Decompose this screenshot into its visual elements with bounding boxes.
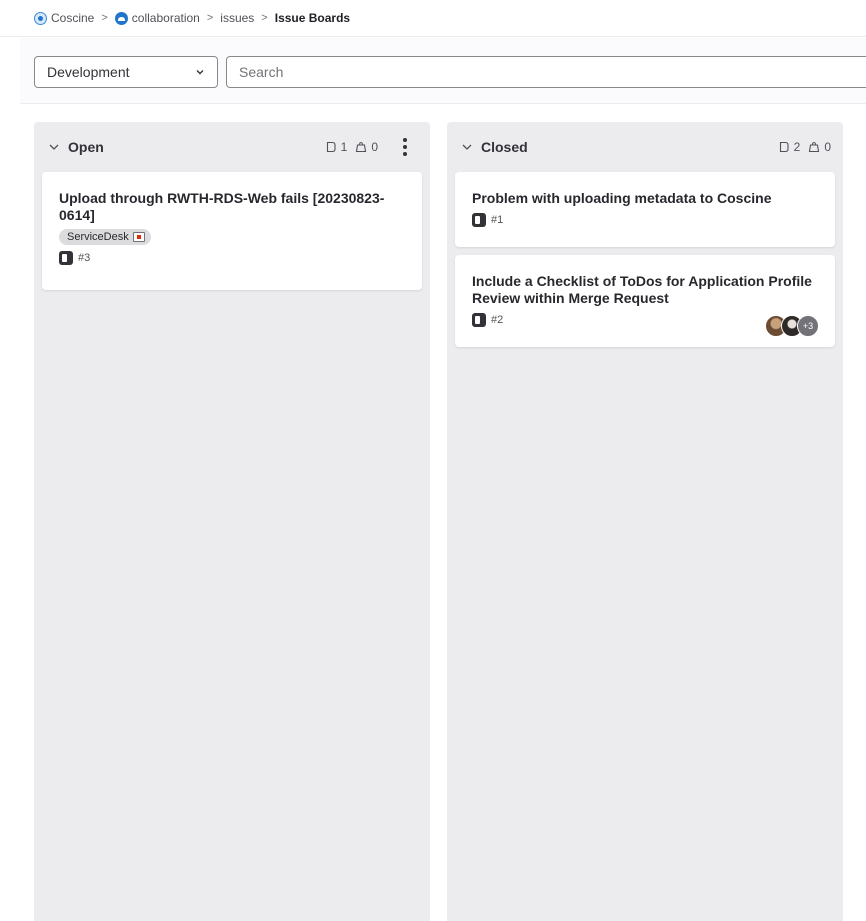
- issue-card-title[interactable]: Include a Checklist of ToDos for Applica…: [472, 273, 819, 307]
- issue-type-icon: [59, 251, 73, 265]
- issue-count: 1: [325, 140, 348, 154]
- chevron-down-icon: [462, 144, 472, 150]
- weight-icon: [809, 141, 820, 153]
- issues-icon: [326, 141, 336, 153]
- breadcrumb-label: issues: [220, 11, 255, 25]
- list-counts: 2 0: [774, 122, 831, 172]
- breadcrumb-label: Coscine: [51, 11, 95, 25]
- breadcrumb-separator: >: [206, 12, 214, 24]
- issue-count-value: 1: [340, 140, 348, 154]
- issue-card-title[interactable]: Problem with uploading metadata to Cosci…: [472, 190, 819, 207]
- search-box[interactable]: [226, 56, 866, 88]
- flag-icon: [132, 232, 145, 242]
- issue-count-value: 2: [793, 140, 801, 154]
- issue-card[interactable]: Include a Checklist of ToDos for Applica…: [455, 255, 835, 347]
- breadcrumb-item-collaboration[interactable]: collaboration: [114, 11, 200, 25]
- breadcrumb-item-issue-boards[interactable]: Issue Boards: [275, 11, 350, 25]
- board-list-closed: Closed 2 0 Problem with uploading metada…: [447, 122, 843, 921]
- issue-type-icon: [472, 313, 486, 327]
- list-collapse-toggle[interactable]: Closed: [461, 139, 528, 155]
- list-collapse-toggle[interactable]: Open: [48, 139, 104, 155]
- label-text: ServiceDesk: [67, 231, 129, 243]
- weight-count: 0: [355, 140, 378, 154]
- issue-type-icon: [472, 213, 486, 227]
- breadcrumb-label: Issue Boards: [274, 11, 351, 25]
- weight-count-value: 0: [824, 140, 831, 154]
- weight-count-value: 0: [371, 140, 378, 154]
- filter-bar: Development: [20, 38, 866, 104]
- issue-number: #3: [78, 252, 91, 264]
- issues-icon: [779, 141, 789, 153]
- issue-card-meta: #3: [59, 251, 406, 265]
- more-assignees-badge[interactable]: +3: [797, 315, 819, 337]
- list-title: Open: [68, 139, 104, 155]
- breadcrumb-separator: >: [101, 12, 108, 24]
- issue-count: 2: [778, 140, 801, 154]
- collaboration-project-icon: [114, 11, 128, 25]
- issue-card[interactable]: Upload through RWTH-RDS-Web fails [20230…: [42, 172, 422, 290]
- issue-number: #2: [491, 314, 504, 326]
- breadcrumb-separator: >: [261, 12, 268, 24]
- breadcrumb-item-coscine[interactable]: Coscine: [34, 11, 94, 25]
- list-header: Open 1 0: [34, 122, 430, 172]
- board-switcher-dropdown[interactable]: Development: [34, 56, 218, 88]
- list-title: Closed: [481, 139, 528, 155]
- issue-number: #1: [491, 214, 504, 226]
- chevron-down-icon: [49, 144, 59, 150]
- list-actions-kebab-icon[interactable]: [400, 136, 410, 158]
- issue-card-title[interactable]: Upload through RWTH-RDS-Web fails [20230…: [59, 190, 406, 224]
- breadcrumb: Coscine > collaboration > issues > Issue…: [0, 0, 866, 37]
- issue-card[interactable]: Problem with uploading metadata to Cosci…: [455, 172, 835, 247]
- assignee-avatars: +3: [765, 315, 819, 337]
- breadcrumb-item-issues[interactable]: issues: [220, 11, 254, 25]
- issue-card-meta: #1: [472, 213, 819, 227]
- board-switcher-value: Development: [47, 64, 130, 80]
- label-badge[interactable]: ServiceDesk: [59, 229, 151, 245]
- weight-icon: [356, 141, 367, 153]
- board-list-open: Open 1 0 Upload through RWTH-RDS-Web fai…: [34, 122, 430, 921]
- list-header: Closed 2 0: [447, 122, 843, 172]
- search-input[interactable]: [239, 64, 866, 80]
- list-counts: 1 0: [321, 122, 378, 172]
- breadcrumb-label: collaboration: [131, 11, 200, 25]
- chevron-down-icon: [196, 70, 204, 75]
- coscine-project-icon: [34, 11, 47, 25]
- weight-count: 0: [808, 140, 831, 154]
